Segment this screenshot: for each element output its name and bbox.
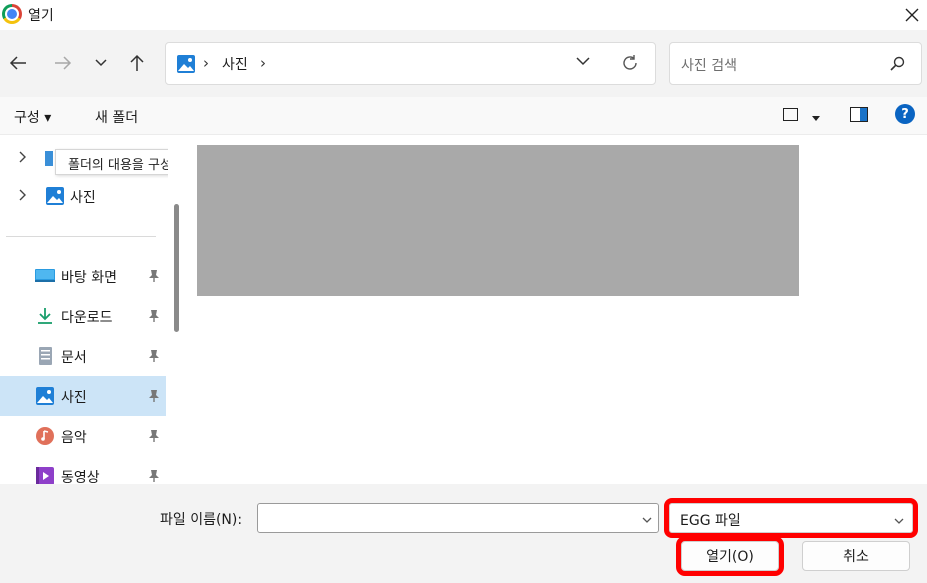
- file-list[interactable]: [188, 136, 927, 484]
- sidebar-item-label: 바탕 화면: [61, 270, 117, 286]
- view-options-button[interactable]: [812, 110, 820, 125]
- sidebar-item-label: 동영상: [61, 470, 100, 484]
- navigation-bar: › 사진 › 사진 검색: [0, 30, 927, 97]
- breadcrumb-pictures[interactable]: 사진: [222, 54, 248, 74]
- window-title: 열기: [28, 8, 54, 24]
- title-bar: 열기: [0, 0, 927, 30]
- breadcrumb-separator: ›: [203, 54, 209, 72]
- chevron-down-icon: [576, 57, 590, 66]
- close-icon: [905, 8, 919, 22]
- pictures-icon: [36, 387, 54, 405]
- filename-label: 파일 이름(N):: [160, 512, 243, 528]
- sidebar-scrollbar[interactable]: [174, 204, 179, 332]
- pin-icon[interactable]: [148, 469, 160, 483]
- sidebar-item-label: 문서: [61, 350, 87, 366]
- forward-button[interactable]: [51, 51, 75, 75]
- open-button[interactable]: 열기(O): [676, 536, 784, 576]
- pin-icon[interactable]: [148, 389, 160, 403]
- search-input[interactable]: 사진 검색: [681, 55, 737, 75]
- sidebar-item-documents[interactable]: 문서: [0, 336, 166, 376]
- pin-icon[interactable]: [148, 269, 160, 283]
- navigation-pane: 0 폴더의 대용을 구성 사진 바탕 화면 다운로드 문서 사진 음악: [0, 136, 168, 484]
- address-history-button[interactable]: [576, 55, 590, 70]
- pictures-icon: [46, 187, 64, 205]
- redacted-region: [197, 145, 799, 296]
- folder-icon: [45, 151, 53, 166]
- view-layout-icon[interactable]: [783, 108, 798, 121]
- chevron-down-icon: [894, 518, 904, 524]
- pin-icon[interactable]: [148, 349, 160, 363]
- filename-input[interactable]: [257, 503, 659, 533]
- help-icon[interactable]: ?: [895, 104, 915, 124]
- search-icon: [889, 56, 905, 76]
- sidebar-item-pictures[interactable]: 사진: [0, 376, 166, 416]
- download-icon: [38, 308, 52, 324]
- pictures-icon: [177, 55, 195, 73]
- breadcrumb-separator[interactable]: ›: [260, 54, 266, 72]
- video-icon: [36, 467, 54, 484]
- pin-icon[interactable]: [148, 429, 160, 443]
- filetype-value: EGG 파일: [680, 513, 741, 529]
- arrow-up-icon: [130, 54, 144, 71]
- command-bar: 구성 ▾ 새 폴더 ?: [0, 97, 927, 135]
- tooltip: 폴더의 대용을 구성: [55, 149, 168, 175]
- chevron-right-icon: [19, 189, 26, 201]
- music-icon: [36, 427, 54, 445]
- up-button[interactable]: [125, 51, 149, 75]
- chevron-right-icon: [19, 151, 26, 163]
- refresh-icon: [623, 55, 637, 70]
- back-button[interactable]: [6, 51, 30, 75]
- chevron-down-icon: [95, 59, 107, 67]
- sidebar-divider: [6, 236, 156, 237]
- recent-locations-button[interactable]: [89, 51, 113, 75]
- pin-icon[interactable]: [148, 309, 160, 323]
- new-folder-button[interactable]: 새 폴더: [95, 107, 138, 127]
- tree-item-folder[interactable]: 0 폴더의 대용을 구성: [0, 140, 168, 176]
- preview-pane-icon[interactable]: [850, 107, 868, 122]
- filename-history-button[interactable]: [642, 512, 652, 527]
- sidebar-item-label: 사진: [61, 390, 87, 406]
- sidebar-item-label: 다운로드: [61, 310, 113, 326]
- organize-button[interactable]: 구성 ▾: [14, 107, 51, 127]
- arrow-right-icon: [55, 56, 72, 70]
- filetype-select[interactable]: EGG 파일: [664, 498, 918, 538]
- tree-item-label: 사진: [70, 190, 96, 206]
- sidebar-item-downloads[interactable]: 다운로드: [0, 296, 166, 336]
- tree-item-pictures[interactable]: 사진: [0, 178, 168, 214]
- document-icon: [39, 347, 52, 365]
- sidebar-item-label: 음악: [61, 430, 87, 446]
- sidebar-item-music[interactable]: 음악: [0, 416, 166, 456]
- address-bar[interactable]: › 사진 ›: [165, 42, 656, 85]
- chrome-icon: [2, 4, 22, 24]
- cancel-button[interactable]: 취소: [802, 541, 910, 571]
- sidebar-item-videos[interactable]: 동영상: [0, 456, 166, 484]
- filetype-dropdown-button[interactable]: [894, 513, 904, 528]
- search-box[interactable]: 사진 검색: [669, 42, 922, 85]
- dialog-footer: 파일 이름(N): EGG 파일 열기(O) 취소: [0, 484, 927, 583]
- arrow-left-icon: [9, 56, 26, 70]
- caret-down-icon: [812, 116, 820, 121]
- refresh-button[interactable]: [621, 54, 639, 76]
- chevron-down-icon: [642, 517, 652, 523]
- sidebar-item-desktop[interactable]: 바탕 화면: [0, 256, 166, 296]
- close-button[interactable]: [897, 0, 927, 30]
- desktop-icon: [35, 269, 55, 282]
